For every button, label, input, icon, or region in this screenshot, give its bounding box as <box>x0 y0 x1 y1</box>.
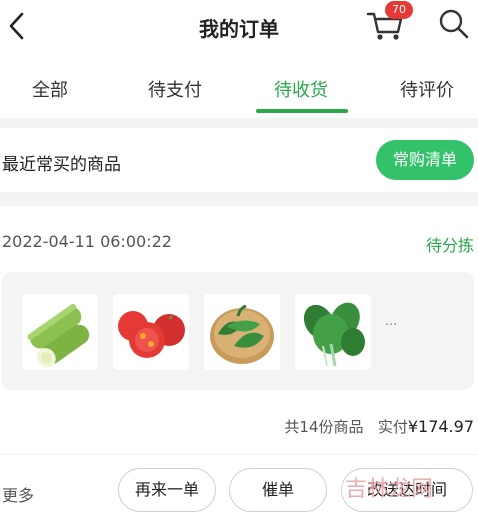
divider <box>0 454 478 455</box>
reorder-button[interactable]: 再来一单 <box>118 468 216 512</box>
frequent-list-button[interactable]: 常购清单 <box>376 140 474 180</box>
watermark: 吉林龙网 <box>345 477 434 502</box>
search-icon[interactable] <box>438 8 470 40</box>
tab-pending-receipt[interactable]: 待收货 <box>241 76 361 102</box>
zucchini-image <box>22 294 98 370</box>
more-items-dots: ··· <box>385 318 398 333</box>
order-summary: 共14份商品 实付¥174.97 <box>284 416 474 437</box>
spinach-image <box>295 294 371 370</box>
order-card[interactable]: 2022-04-11 06:00:22 待分拣 ··· 共14份商品 实付¥17… <box>0 206 478 520</box>
item-count: 共14份商品 <box>284 418 364 436</box>
urge-order-button[interactable]: 催单 <box>229 468 327 512</box>
green-pepper-image <box>204 294 280 370</box>
tab-all[interactable]: 全部 <box>0 76 110 102</box>
recent-purchases-label: 最近常买的商品 <box>2 155 121 175</box>
active-tab-indicator <box>256 109 348 113</box>
header-bar: 我的订单 70 <box>0 0 478 56</box>
tab-pending-review[interactable]: 待评价 <box>367 76 478 102</box>
more-link[interactable]: 更多 <box>2 482 34 506</box>
paid-label: 实付 <box>377 418 408 436</box>
order-goods-strip[interactable]: ··· <box>2 272 474 390</box>
cart-count-badge: 70 <box>385 1 413 19</box>
order-tabs: 全部 待支付 待收货 待评价 <box>0 56 478 118</box>
paid-amount: ¥174.97 <box>407 417 474 436</box>
recent-purchases-bar: 最近常买的商品 常购清单 <box>0 128 478 192</box>
tab-pending-payment[interactable]: 待支付 <box>115 76 235 102</box>
order-status: 待分拣 <box>425 236 474 255</box>
order-time: 2022-04-11 06:00:22 <box>2 232 172 251</box>
tomato-image <box>113 294 189 370</box>
